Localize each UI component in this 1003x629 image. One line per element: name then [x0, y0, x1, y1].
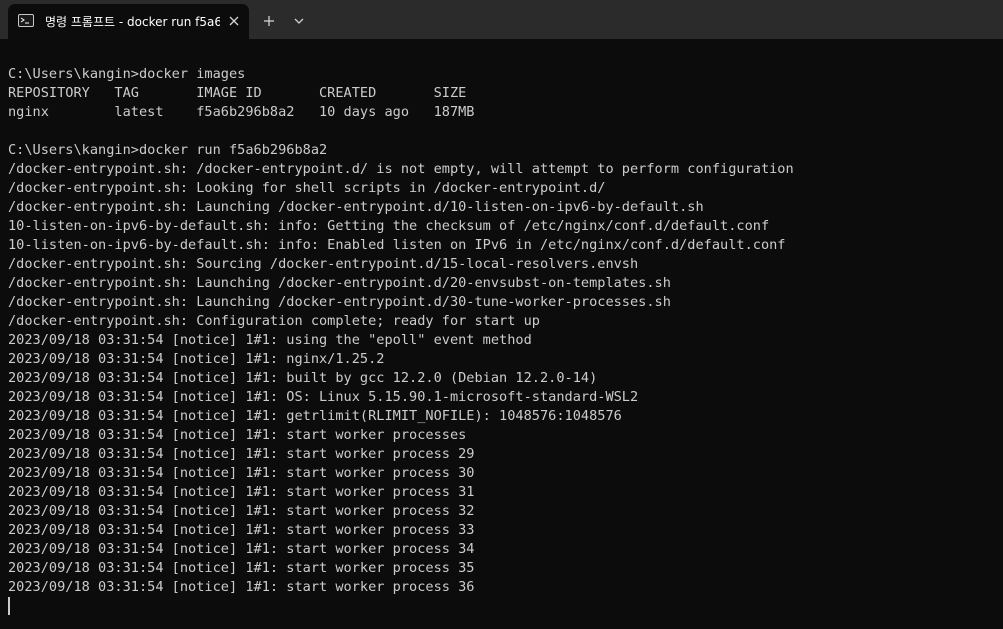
tab-title: 명령 프롬프트 - docker run f5a6b296b8a2	[45, 15, 220, 29]
terminal-line: nginx latest f5a6b296b8a2 10 days ago 18…	[8, 104, 475, 120]
plus-icon[interactable]	[258, 11, 280, 31]
terminal-line: REPOSITORY TAG IMAGE ID CREATED SIZE	[8, 85, 467, 101]
terminal-line: 2023/09/18 03:31:54 [notice] 1#1: start …	[8, 427, 467, 443]
terminal-line: 2023/09/18 03:31:54 [notice] 1#1: start …	[8, 541, 475, 557]
text-cursor	[8, 597, 10, 615]
terminal-line: 2023/09/18 03:31:54 [notice] 1#1: start …	[8, 579, 475, 595]
terminal-line: 10-listen-on-ipv6-by-default.sh: info: E…	[8, 237, 786, 253]
terminal-line: /docker-entrypoint.sh: /docker-entrypoin…	[8, 161, 794, 177]
terminal-icon	[18, 14, 34, 27]
terminal-line: 2023/09/18 03:31:54 [notice] 1#1: built …	[8, 370, 598, 386]
terminal-line: 2023/09/18 03:31:54 [notice] 1#1: using …	[8, 332, 532, 348]
terminal-line: /docker-entrypoint.sh: Launching /docker…	[8, 275, 671, 291]
terminal-line: 2023/09/18 03:31:54 [notice] 1#1: nginx/…	[8, 351, 385, 367]
terminal-line: 2023/09/18 03:31:54 [notice] 1#1: start …	[8, 560, 475, 576]
terminal-line: 2023/09/18 03:31:54 [notice] 1#1: start …	[8, 465, 475, 481]
terminal-line: /docker-entrypoint.sh: Sourcing /docker-…	[8, 256, 639, 272]
terminal-output[interactable]: C:\Users\kangin>docker images REPOSITORY …	[8, 46, 1003, 629]
terminal-line: /docker-entrypoint.sh: Configuration com…	[8, 313, 540, 329]
terminal-line: 2023/09/18 03:31:54 [notice] 1#1: start …	[8, 484, 475, 500]
title-bar: 명령 프롬프트 - docker run f5a6b296b8a2	[0, 0, 1003, 39]
terminal-window: 명령 프롬프트 - docker run f5a6b296b8a2 C:\Use…	[0, 0, 1003, 629]
tab-command-prompt[interactable]: 명령 프롬프트 - docker run f5a6b296b8a2	[8, 4, 249, 39]
terminal-prompt-line[interactable]	[8, 597, 1003, 616]
terminal-line: 2023/09/18 03:31:54 [notice] 1#1: OS: Li…	[8, 389, 639, 405]
chevron-down-icon[interactable]	[288, 11, 310, 31]
terminal-line: C:\Users\kangin>docker images	[8, 66, 246, 82]
close-icon[interactable]	[226, 13, 242, 29]
terminal-line: 2023/09/18 03:31:54 [notice] 1#1: start …	[8, 446, 475, 462]
terminal-line: /docker-entrypoint.sh: Looking for shell…	[8, 180, 606, 196]
terminal-line: 10-listen-on-ipv6-by-default.sh: info: G…	[8, 218, 770, 234]
terminal-line: 2023/09/18 03:31:54 [notice] 1#1: start …	[8, 503, 475, 519]
terminal-line: 2023/09/18 03:31:54 [notice] 1#1: start …	[8, 522, 475, 538]
terminal-line: C:\Users\kangin>docker run f5a6b296b8a2	[8, 142, 328, 158]
terminal-line: /docker-entrypoint.sh: Launching /docker…	[8, 199, 704, 215]
terminal-line: /docker-entrypoint.sh: Launching /docker…	[8, 294, 671, 310]
terminal-line: 2023/09/18 03:31:54 [notice] 1#1: getrli…	[8, 408, 622, 424]
